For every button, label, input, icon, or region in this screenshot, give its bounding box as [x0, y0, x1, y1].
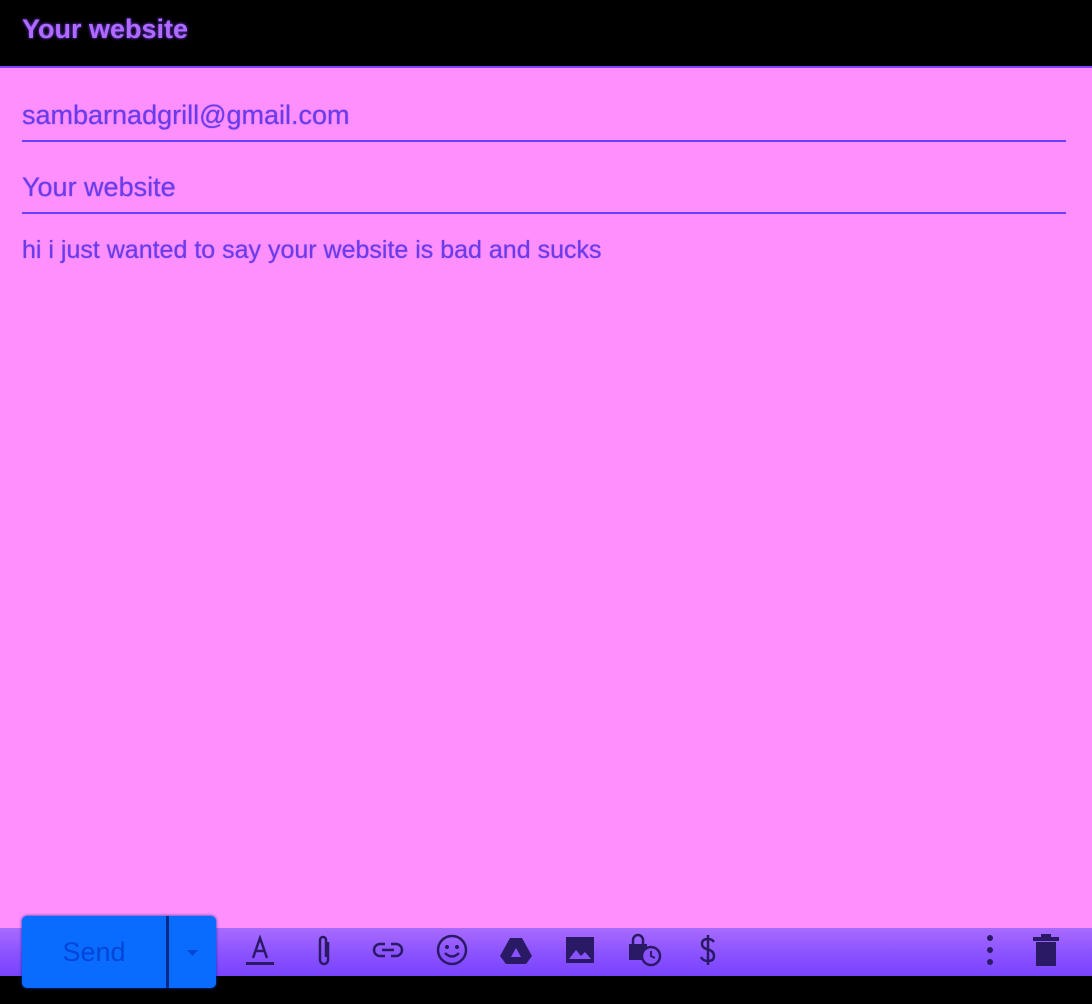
compose-title: Your website: [22, 14, 189, 44]
send-button[interactable]: Send: [22, 916, 166, 988]
more-options-button[interactable]: [970, 930, 1010, 970]
confidential-mode-button[interactable]: [624, 930, 664, 970]
more-options-icon: [987, 935, 993, 965]
to-field[interactable]: [22, 90, 1066, 142]
attach-file-icon: [318, 935, 330, 966]
insert-emoji-icon: [436, 934, 468, 966]
insert-link-button[interactable]: [368, 930, 408, 970]
formatting-button[interactable]: [240, 930, 280, 970]
confidential-mode-icon: [629, 933, 662, 967]
insert-drive-button[interactable]: [496, 930, 536, 970]
insert-money-icon: [699, 935, 716, 965]
send-options-button[interactable]: [169, 916, 216, 988]
insert-photo-icon: [566, 937, 594, 963]
insert-drive-icon: [500, 938, 532, 964]
insert-money-button[interactable]: [688, 930, 728, 970]
subject-field[interactable]: [22, 162, 1066, 214]
insert-link-icon: [372, 942, 404, 958]
discard-draft-icon: [1033, 934, 1059, 966]
send-options-icon: [187, 950, 198, 956]
insert-photo-button[interactable]: [560, 930, 600, 970]
formatting-icon: [246, 934, 274, 965]
attach-file-button[interactable]: [304, 930, 344, 970]
discard-draft-button[interactable]: [1026, 930, 1066, 970]
send-button-group: Send: [22, 916, 216, 988]
compose-header: Your website: [0, 0, 1092, 68]
message-body[interactable]: hi i just wanted to say your website is …: [22, 236, 1066, 896]
insert-emoji-button[interactable]: [432, 930, 472, 970]
